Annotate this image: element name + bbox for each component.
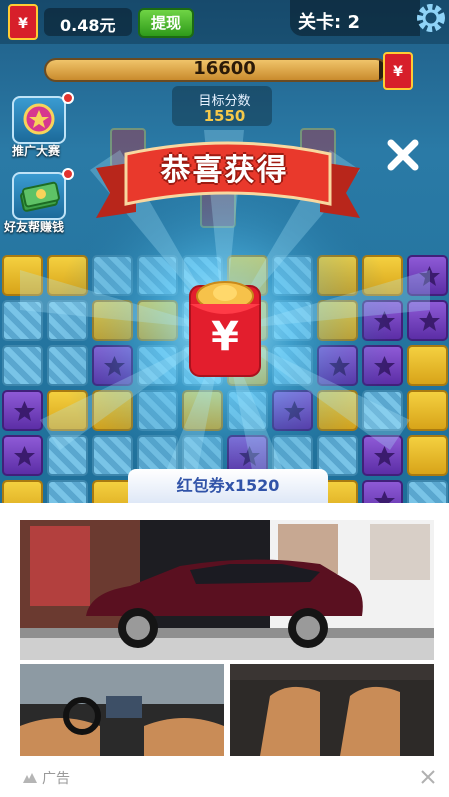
- close-icon[interactable]: [385, 137, 421, 173]
- progress-reward-envelope-icon[interactable]: ¥: [383, 52, 413, 90]
- envelope-yuan-symbol: ¥: [211, 314, 239, 360]
- popup-title: 恭喜获得: [160, 153, 289, 188]
- balance-amount: 0.48元: [60, 16, 116, 35]
- ad-label: 广告: [42, 771, 70, 787]
- ad-close-icon[interactable]: [420, 769, 436, 785]
- game-screen: ¥ 0.48元 提现 关卡: 2 16600 ¥ 目标分数 1550 推广大赛 …: [0, 0, 449, 503]
- gear-icon[interactable]: [415, 2, 447, 34]
- level-indicator: 关卡: 2: [298, 12, 360, 33]
- current-score: 16600: [193, 58, 256, 79]
- ad-image[interactable]: [20, 520, 434, 756]
- ad-brand-icon: [23, 773, 37, 783]
- red-envelope-icon[interactable]: ¥: [8, 4, 38, 40]
- withdraw-button[interactable]: 提现: [138, 8, 194, 38]
- voucher-amount: 红包券x1520: [128, 469, 328, 503]
